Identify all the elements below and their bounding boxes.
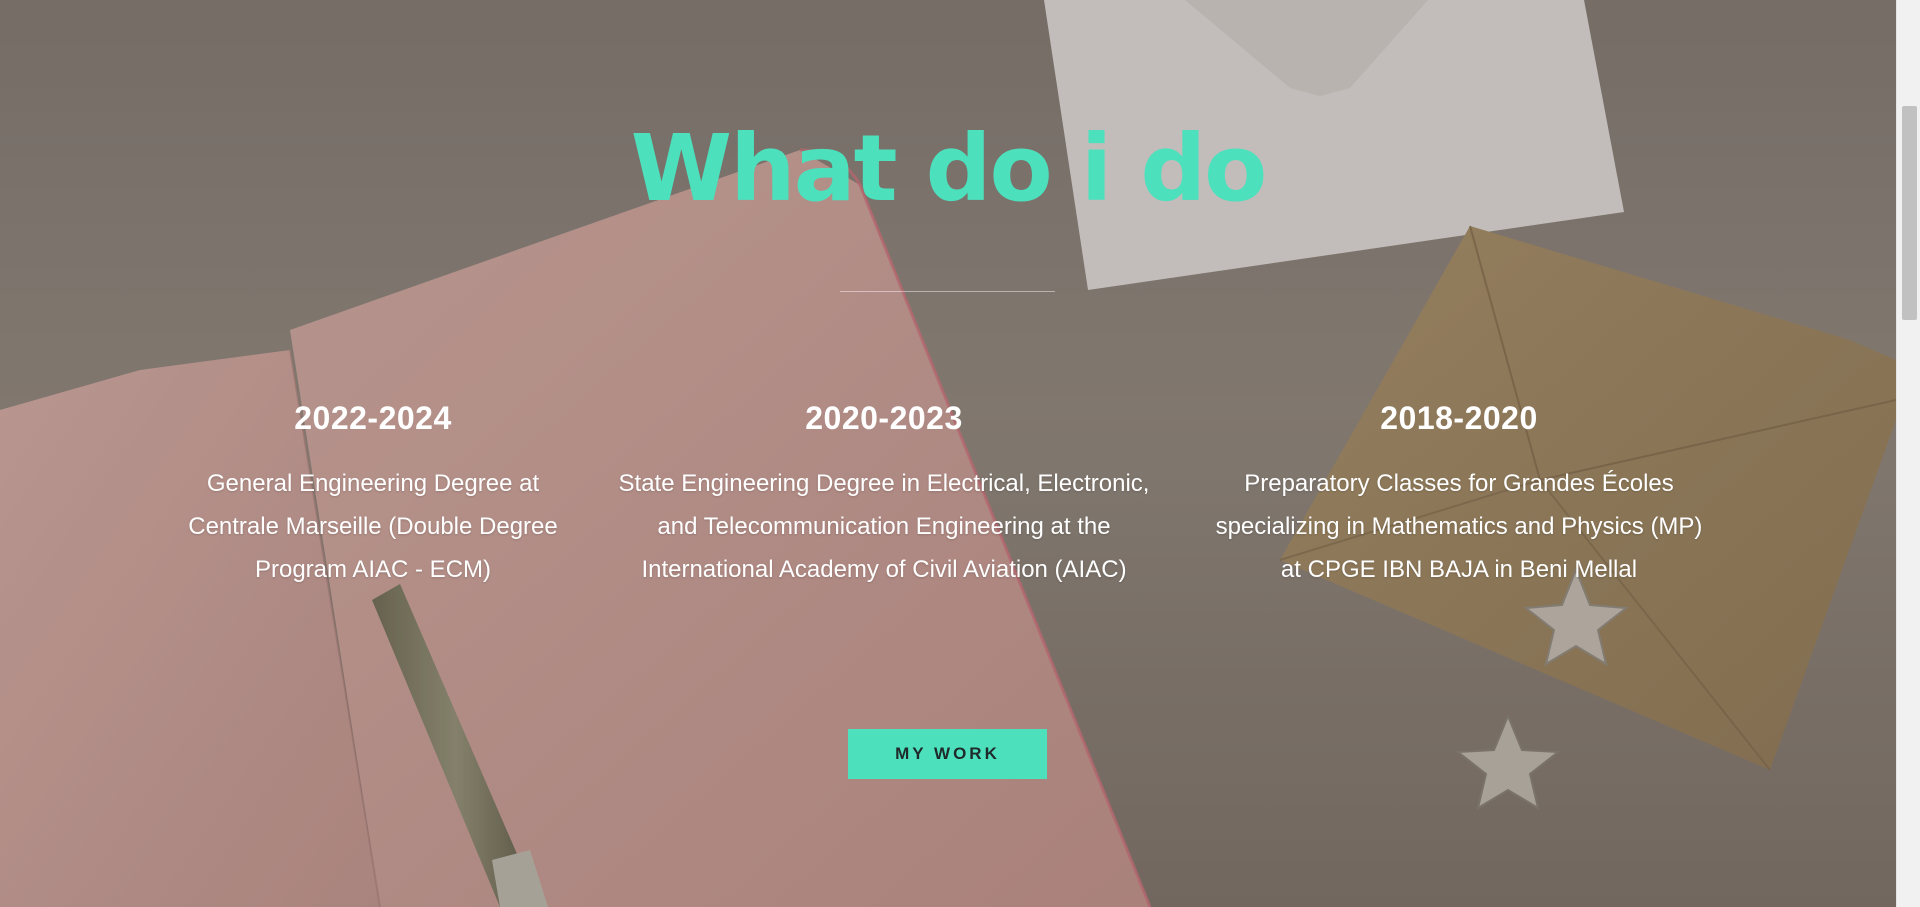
timeline-item: 2020-2023 State Engineering Degree in El… [604,398,1164,591]
timeline-years: 2022-2024 [294,400,452,436]
timeline-years: 2020-2023 [805,400,963,436]
timeline-item: 2018-2020 Preparatory Classes for Grande… [1215,398,1703,591]
page-viewport: What do i do 2022-2024 General Engineeri… [0,0,1920,907]
timeline-years: 2018-2020 [1380,400,1538,436]
scrollbar-thumb[interactable] [1902,106,1917,320]
section-title: What do i do [630,115,1268,222]
timeline-item: 2022-2024 General Engineering Degree at … [180,398,566,591]
title-divider [840,291,1055,292]
my-work-button[interactable]: MY WORK [848,729,1047,779]
timeline-description: State Engineering Degree in Electrical, … [618,470,1150,583]
timeline-description: General Engineering Degree at Centrale M… [188,470,558,583]
timeline-description: Preparatory Classes for Grandes Écoles s… [1215,470,1703,583]
page-scrollbar[interactable] [1896,0,1920,907]
what-do-i-do-section: What do i do 2022-2024 General Engineeri… [0,0,1896,907]
